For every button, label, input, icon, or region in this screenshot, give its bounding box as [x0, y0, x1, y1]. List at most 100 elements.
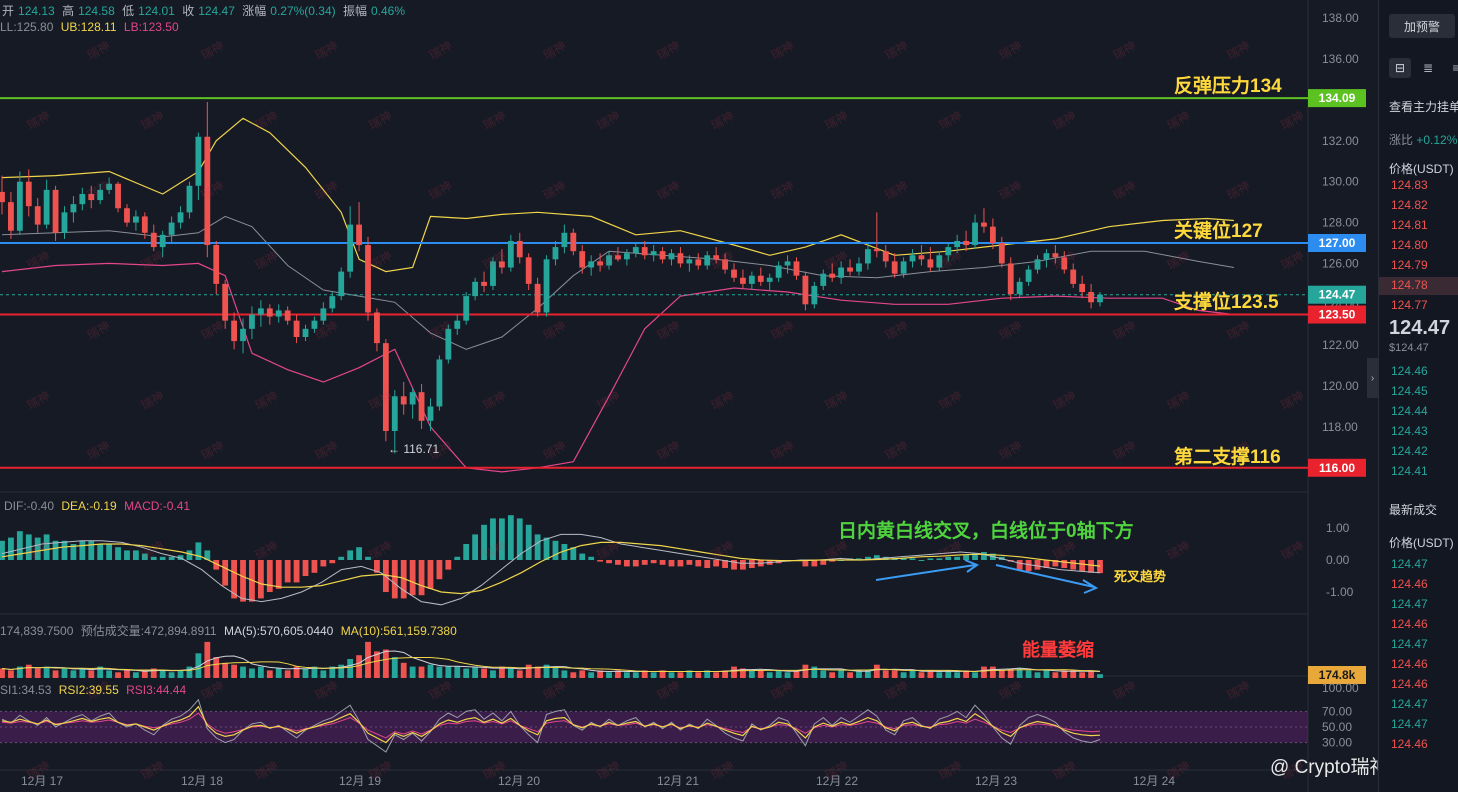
- candle-body: [641, 247, 648, 256]
- macd-hist-bar: [115, 547, 121, 560]
- macd-hist-bar: [52, 540, 59, 560]
- candle-body: [847, 267, 853, 272]
- watermark-stamp: 瑞神: [997, 438, 1025, 462]
- book-both-icon[interactable]: ⊟: [1389, 58, 1411, 78]
- volume-bar: [588, 672, 595, 678]
- macd-hist-bar: [534, 534, 541, 560]
- watermark-stamp: 瑞神: [595, 108, 623, 132]
- trading-chart[interactable]: 138.00136.00134.00132.00130.00128.00126.…: [0, 0, 1458, 792]
- macd-hist-bar: [668, 560, 675, 567]
- main-orders-link[interactable]: 查看主力挂单: [1389, 98, 1458, 115]
- candle-body: [882, 251, 889, 262]
- candle-body: [124, 208, 130, 223]
- rsi-tick-label: 50.00: [1322, 720, 1352, 734]
- candle-body: [133, 216, 139, 223]
- ask-price-row: 124.83: [1391, 178, 1428, 192]
- candle-body: [177, 212, 184, 223]
- macd-hist-bar: [454, 556, 461, 560]
- volume-bar: [579, 670, 586, 678]
- book-bids-icon[interactable]: ≣: [1417, 58, 1439, 78]
- volume-bar: [981, 666, 987, 678]
- volume-bar: [606, 672, 612, 678]
- rsi-tick-label: 30.00: [1322, 736, 1352, 750]
- collapse-panel-button[interactable]: ›: [1367, 358, 1378, 398]
- candle-body: [1034, 259, 1041, 270]
- volume-bar: [177, 670, 184, 678]
- watermark-stamp: 瑞神: [541, 678, 569, 702]
- watermark-stamp: 瑞神: [199, 38, 227, 62]
- chart-stage[interactable]: 138.00136.00134.00132.00130.00128.00126.…: [0, 0, 1458, 792]
- boll-mid: LL:125.80: [0, 20, 54, 34]
- watermark-stamp: 瑞神: [253, 388, 281, 412]
- candle-body: [766, 277, 773, 282]
- annotation-intraday-cross: 日内黄白线交叉，白线位于0轴下方: [838, 521, 1134, 542]
- macd-hist-bar: [222, 560, 229, 586]
- macd-hist-bar: [168, 556, 175, 560]
- macd-hist-bar: [418, 560, 425, 596]
- candle-body: [918, 255, 925, 260]
- macd-hist-bar: [240, 560, 246, 602]
- x-tick-label: 12月 23: [975, 774, 1017, 788]
- order-book-panel: 加预警 ⊟ ≣ ≡ 查看主力挂单 涨比 +0.12% 价格(USDT) 124.…: [1378, 0, 1458, 792]
- boll-legend: LL:125.80 UB:128.11 LB:123.50: [0, 20, 183, 34]
- candle-body: [659, 251, 666, 260]
- y-tick-label: 122.00: [1322, 338, 1359, 352]
- candle-body: [534, 283, 541, 313]
- watermark-stamp: 瑞神: [313, 438, 341, 462]
- add-alert-button[interactable]: 加预警: [1389, 14, 1455, 38]
- watermark-stamp: 瑞神: [595, 758, 623, 782]
- candle-body: [25, 181, 32, 207]
- candle-body: [695, 259, 702, 266]
- candle-body: [338, 271, 345, 297]
- candle-body: [784, 261, 791, 266]
- candle-body: [1070, 269, 1077, 284]
- candle-body: [186, 185, 193, 213]
- watermark-stamp: 瑞神: [997, 38, 1025, 62]
- annotation-second-support: 第二支撑116: [1174, 447, 1281, 468]
- volume-bar: [570, 672, 577, 678]
- candle-body: [1007, 263, 1014, 295]
- candle-body: [981, 222, 987, 227]
- watermark-stamp: 瑞神: [655, 678, 683, 702]
- annotation-key-level: 关键位127: [1174, 221, 1263, 242]
- candle-body: [507, 240, 514, 268]
- macd-hist-bar: [677, 560, 684, 567]
- candle-body: [329, 296, 336, 309]
- macd-hist-bar: [811, 560, 818, 567]
- macd-hist-bar: [329, 560, 336, 564]
- watermark-stamp: 瑞神: [769, 178, 797, 202]
- volume-bar: [231, 664, 237, 678]
- rsi3-value: RSI3:44.44: [126, 683, 187, 697]
- candle-body: [213, 245, 220, 284]
- candle-body: [1097, 294, 1103, 303]
- candle-body: [588, 261, 595, 268]
- volume-ma5: MA(5):570,605.0440: [223, 624, 334, 638]
- volume-bar: [552, 666, 559, 678]
- candle-body: [909, 255, 916, 262]
- macd-dif-line: [1, 533, 1101, 606]
- macd-dif: DIF:-0.40: [4, 499, 55, 513]
- macd-hist-bar: [1025, 560, 1032, 572]
- candle-body: [284, 310, 291, 321]
- candle-body: [516, 240, 523, 258]
- rsi-legend: SI1:34.53 RSI2:39.55 RSI3:44.44: [0, 683, 190, 697]
- watermark-stamp: 瑞神: [883, 38, 911, 62]
- candle-body: [34, 206, 41, 225]
- bid-price-row: 124.44: [1391, 404, 1428, 418]
- ask-price-header: 价格(USDT): [1389, 162, 1454, 176]
- trade-price-row: 124.47: [1391, 637, 1428, 651]
- watermark-stamp: 瑞神: [481, 108, 509, 132]
- macd-hist-bar: [106, 544, 113, 560]
- x-tick-label: 12月 20: [498, 774, 540, 788]
- watermark-stamp: 瑞神: [1225, 318, 1253, 342]
- volume-bar: [88, 670, 95, 678]
- macd-hist-bar: [436, 560, 443, 580]
- book-asks-icon[interactable]: ≡: [1445, 58, 1458, 78]
- ask-price-row: 124.82: [1391, 198, 1428, 212]
- watermark-stamp: 瑞神: [253, 248, 281, 272]
- macd-hist-bar: [552, 540, 559, 560]
- volume-bar: [972, 672, 978, 678]
- watermark-stamp: 瑞神: [997, 678, 1025, 702]
- bid-price-row: 124.46: [1391, 364, 1428, 378]
- candle-body: [141, 216, 148, 233]
